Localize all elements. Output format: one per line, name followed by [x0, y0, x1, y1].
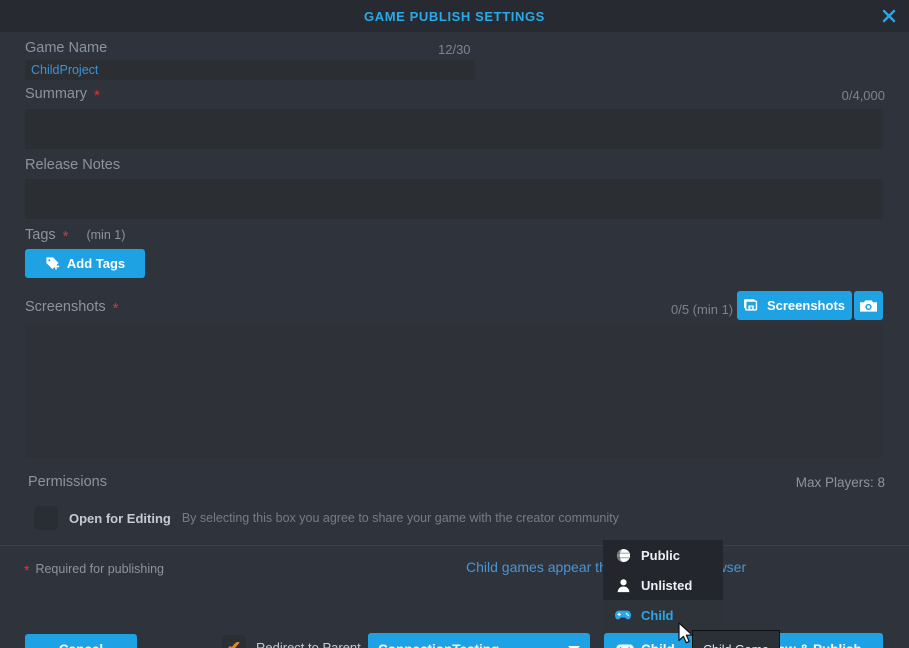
tags-required-asterisk: * [63, 229, 69, 244]
child-game-tooltip: Child Game [692, 630, 780, 648]
required-note-asterisk: * [24, 562, 29, 578]
tag-plus-icon [45, 256, 60, 271]
release-notes-input[interactable] [25, 179, 883, 219]
screenshots-required-asterisk: * [113, 301, 119, 316]
dropdown-item-label: Public [641, 548, 680, 563]
dialog-body: Game Name 12/30 ChildProject Summary * 0… [0, 32, 909, 648]
release-notes-field: Release Notes [25, 157, 120, 173]
dropdown-item-child[interactable]: Child [603, 600, 723, 630]
open-for-editing-label: Open for Editing [69, 511, 171, 526]
open-for-editing-description: By selecting this box you agree to share… [182, 511, 619, 525]
game-name-input[interactable]: ChildProject [25, 60, 475, 80]
summary-field: Summary * [25, 86, 100, 102]
dialog-titlebar: GAME PUBLISH SETTINGS [0, 0, 909, 32]
summary-counter: 0/4,000 [842, 88, 885, 103]
tags-min-hint: (min 1) [86, 228, 125, 242]
screenshots-button-label: Screenshots [767, 298, 845, 313]
screenshots-counter: 0/5 (min 1) [671, 302, 733, 317]
summary-label: Summary * [25, 86, 100, 102]
redirect-to-parent-label: Redirect to Parent [256, 640, 361, 648]
parent-project-value: ConnectionTesting [378, 642, 499, 648]
dropdown-item-unlisted[interactable]: Unlisted [603, 570, 723, 600]
dropdown-item-label: Child [641, 608, 674, 623]
screenshots-import-button[interactable]: Screenshots [737, 291, 852, 320]
footer-divider [0, 545, 909, 546]
max-players-label: Max Players: 8 [796, 475, 885, 490]
game-name-label: Game Name [25, 40, 107, 56]
permissions-heading: Permissions [28, 474, 107, 490]
redirect-to-parent-group: ✔ Redirect to Parent [222, 635, 361, 648]
cancel-button[interactable]: Cancel [25, 634, 137, 648]
close-x-icon [881, 8, 897, 24]
globe-icon [615, 547, 631, 563]
required-note-text: Required for publishing [35, 562, 164, 576]
redirect-to-parent-checkbox[interactable]: ✔ [222, 635, 246, 648]
summary-input[interactable] [25, 109, 883, 149]
release-notes-label: Release Notes [25, 157, 120, 173]
gamepad-icon [616, 643, 634, 648]
tags-field: Tags * (min 1) [25, 227, 125, 243]
visibility-dropdown-menu: Public Unlisted [603, 540, 723, 630]
game-name-field: Game Name [25, 40, 107, 56]
game-publish-settings-dialog: GAME PUBLISH SETTINGS Game Name 12/30 Ch… [0, 0, 909, 648]
close-button[interactable] [869, 0, 909, 32]
add-tags-label: Add Tags [67, 256, 125, 271]
screenshots-label: Screenshots * [25, 299, 118, 315]
check-mark-icon: ✔ [227, 639, 241, 648]
dropdown-item-public[interactable]: Public [603, 540, 723, 570]
gamepad-icon [615, 607, 631, 623]
visibility-button-label: Child [641, 642, 675, 648]
screenshots-field: Screenshots * [25, 299, 118, 315]
open-for-editing-row: Open for Editing By selecting this box y… [34, 506, 619, 530]
tags-label: Tags * (min 1) [25, 227, 125, 243]
game-name-value: ChildProject [31, 63, 98, 77]
tooltip-text: Child Game [703, 643, 769, 648]
summary-required-asterisk: * [94, 88, 100, 103]
dialog-title: GAME PUBLISH SETTINGS [364, 9, 545, 24]
game-name-counter: 12/30 [438, 42, 471, 57]
screenshot-camera-button[interactable] [854, 291, 883, 320]
open-for-editing-checkbox[interactable] [34, 506, 58, 530]
required-for-publishing-note: * Required for publishing [24, 560, 164, 576]
person-icon [615, 577, 631, 593]
camera-icon [860, 299, 877, 313]
screenshots-drop-area[interactable] [25, 324, 883, 458]
parent-project-select[interactable]: ConnectionTesting [368, 633, 590, 648]
add-tags-button[interactable]: Add Tags [25, 249, 145, 278]
dropdown-item-label: Unlisted [641, 578, 692, 593]
cancel-label: Cancel [59, 642, 103, 648]
image-import-icon [744, 298, 760, 313]
